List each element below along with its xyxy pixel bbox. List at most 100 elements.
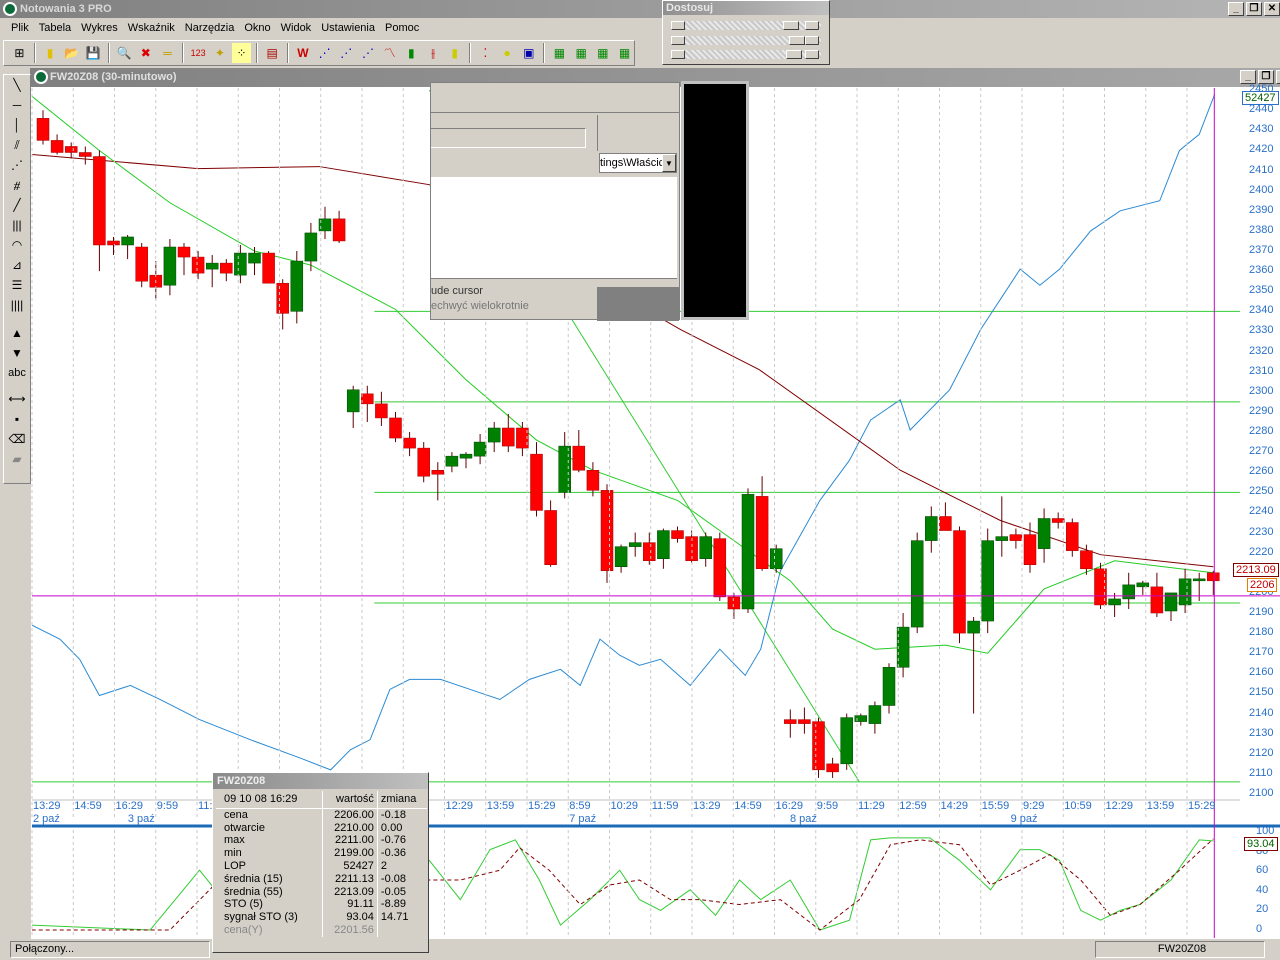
- candle-up: [925, 516, 938, 541]
- horizontal-line-tool-icon[interactable]: ─: [4, 95, 30, 115]
- price-tick-label: 2280: [1249, 425, 1274, 438]
- arcs-tool-icon[interactable]: ◠: [4, 235, 30, 255]
- info-row: cena(Y) 2201.56: [216, 923, 427, 937]
- candle-up: [1122, 584, 1135, 600]
- dialog-list[interactable]: [431, 177, 677, 279]
- quote-info-panel: FW20Z08 09 10 08 16:29 wartość zmiana ce…: [212, 772, 429, 953]
- sto-signal-line: [32, 838, 1214, 931]
- price-tick-label: 2240: [1249, 505, 1274, 518]
- date-label: 3 paź: [127, 813, 155, 825]
- candle-down: [530, 453, 543, 511]
- candle-up: [163, 246, 177, 286]
- candle-down: [1150, 586, 1164, 614]
- candle-down: [50, 140, 64, 153]
- fibo-retracement-tool-icon[interactable]: ☰: [4, 275, 30, 295]
- eraser-icon[interactable]: ⌫: [4, 429, 30, 449]
- candle-up: [304, 232, 318, 262]
- time-tick-label: 10:59: [1064, 800, 1092, 812]
- price-tick-label: 2150: [1249, 686, 1274, 699]
- price-tick-label: 2170: [1249, 646, 1274, 659]
- candle-down: [262, 252, 275, 284]
- arrow-up-icon[interactable]: ▲: [4, 323, 30, 343]
- price-tick-label: 2190: [1249, 606, 1274, 618]
- stoch-pane: [32, 837, 1214, 931]
- last-price-marker: 2206: [1247, 578, 1278, 592]
- info-change: -0.08: [380, 872, 406, 885]
- candle-down: [1051, 518, 1065, 523]
- line-tool-icon[interactable]: ╲: [4, 75, 30, 95]
- info-row: cena 2206.00 -0.18: [216, 808, 427, 822]
- candle-up: [657, 530, 670, 559]
- info-value: 52427: [322, 859, 378, 873]
- candle-up: [628, 542, 642, 547]
- time-tick-label: 13:29: [33, 800, 61, 812]
- candle-up: [445, 455, 459, 467]
- info-label: min: [216, 847, 323, 860]
- candle-up: [967, 620, 980, 634]
- arrow-down-icon[interactable]: ▼: [4, 343, 30, 363]
- channel-tool-icon[interactable]: ⫽: [4, 135, 30, 155]
- info-value: 93.04: [322, 911, 378, 924]
- candle-up: [487, 427, 501, 443]
- price-tick-label: 2370: [1249, 244, 1274, 257]
- cycles-tool-icon[interactable]: |||: [4, 215, 30, 235]
- candle-down: [671, 530, 684, 539]
- path-combo[interactable]: tings\Właścici ▼: [599, 153, 677, 173]
- price-tick-label: 2220: [1249, 545, 1274, 558]
- info-label: otwarcie: [216, 821, 323, 835]
- price-tick-label: 2340: [1249, 304, 1274, 317]
- info-row: średnia (55) 2213.09 -0.05: [216, 885, 427, 899]
- time-tick-label: 10:29: [610, 800, 639, 812]
- chevron-down-icon[interactable]: ▼: [662, 154, 676, 172]
- date-label: 7 paź: [569, 813, 597, 825]
- candle-down: [572, 445, 586, 471]
- candle-down: [812, 721, 825, 771]
- adjust-slider-3[interactable]: [671, 50, 821, 59]
- candle-down: [135, 246, 148, 282]
- price-tick-label: 2140: [1249, 706, 1274, 719]
- info-value: 2213.09: [322, 885, 378, 899]
- candle-down: [1080, 550, 1093, 570]
- gann-tool-icon[interactable]: ⧣: [4, 175, 30, 195]
- time-tick-label: 15:59: [981, 800, 1010, 812]
- info-change: -8.89: [380, 898, 406, 911]
- adjust-slider-1[interactable]: [671, 21, 821, 30]
- resize-icon[interactable]: ▪: [4, 409, 30, 429]
- candle-down: [1009, 534, 1023, 541]
- candle-down: [64, 146, 78, 153]
- info-change: 2: [380, 859, 388, 872]
- fan-tool-icon[interactable]: ⋰: [4, 155, 30, 175]
- candle-up: [473, 441, 487, 457]
- info-value: 2199.00: [322, 847, 378, 860]
- info-label: średnia (15): [216, 872, 323, 886]
- time-tick-label: 13:59: [486, 800, 515, 812]
- candle-down: [755, 496, 769, 570]
- ray-tool-icon[interactable]: ╱: [4, 195, 30, 215]
- info-change: [377, 924, 427, 937]
- text-tool-icon[interactable]: abc: [4, 363, 30, 383]
- fibo-fan-tool-icon[interactable]: ⊿: [4, 255, 30, 275]
- candle-down: [332, 218, 346, 242]
- price-tick-label: 2160: [1249, 666, 1274, 679]
- move-icon[interactable]: ⟷: [4, 389, 30, 409]
- adjust-slider-2[interactable]: [671, 36, 821, 45]
- time-zones-tool-icon[interactable]: ||||: [4, 295, 30, 315]
- candle-down: [784, 719, 797, 724]
- date-label: 2 paź: [33, 813, 60, 825]
- time-tick-label: 16:29: [115, 800, 144, 812]
- price-tick-label: 2110: [1249, 766, 1273, 779]
- candle-up: [248, 252, 261, 264]
- time-tick-label: 16:29: [775, 800, 804, 812]
- vertical-line-tool-icon[interactable]: │: [4, 115, 30, 135]
- candle-down: [713, 538, 727, 598]
- candle-down: [431, 469, 445, 475]
- eraser-all-icon[interactable]: ▰: [4, 449, 30, 469]
- candle-down: [361, 393, 374, 405]
- info-label: max: [216, 834, 323, 848]
- info-label: LOP: [216, 859, 323, 873]
- price-tick-label: 2380: [1249, 223, 1274, 236]
- time-tick-label: 15:29: [528, 800, 556, 812]
- candle-down: [403, 437, 416, 449]
- candle-down: [586, 469, 600, 491]
- dialog-text-2: echwyć wielokrotnie: [431, 300, 529, 312]
